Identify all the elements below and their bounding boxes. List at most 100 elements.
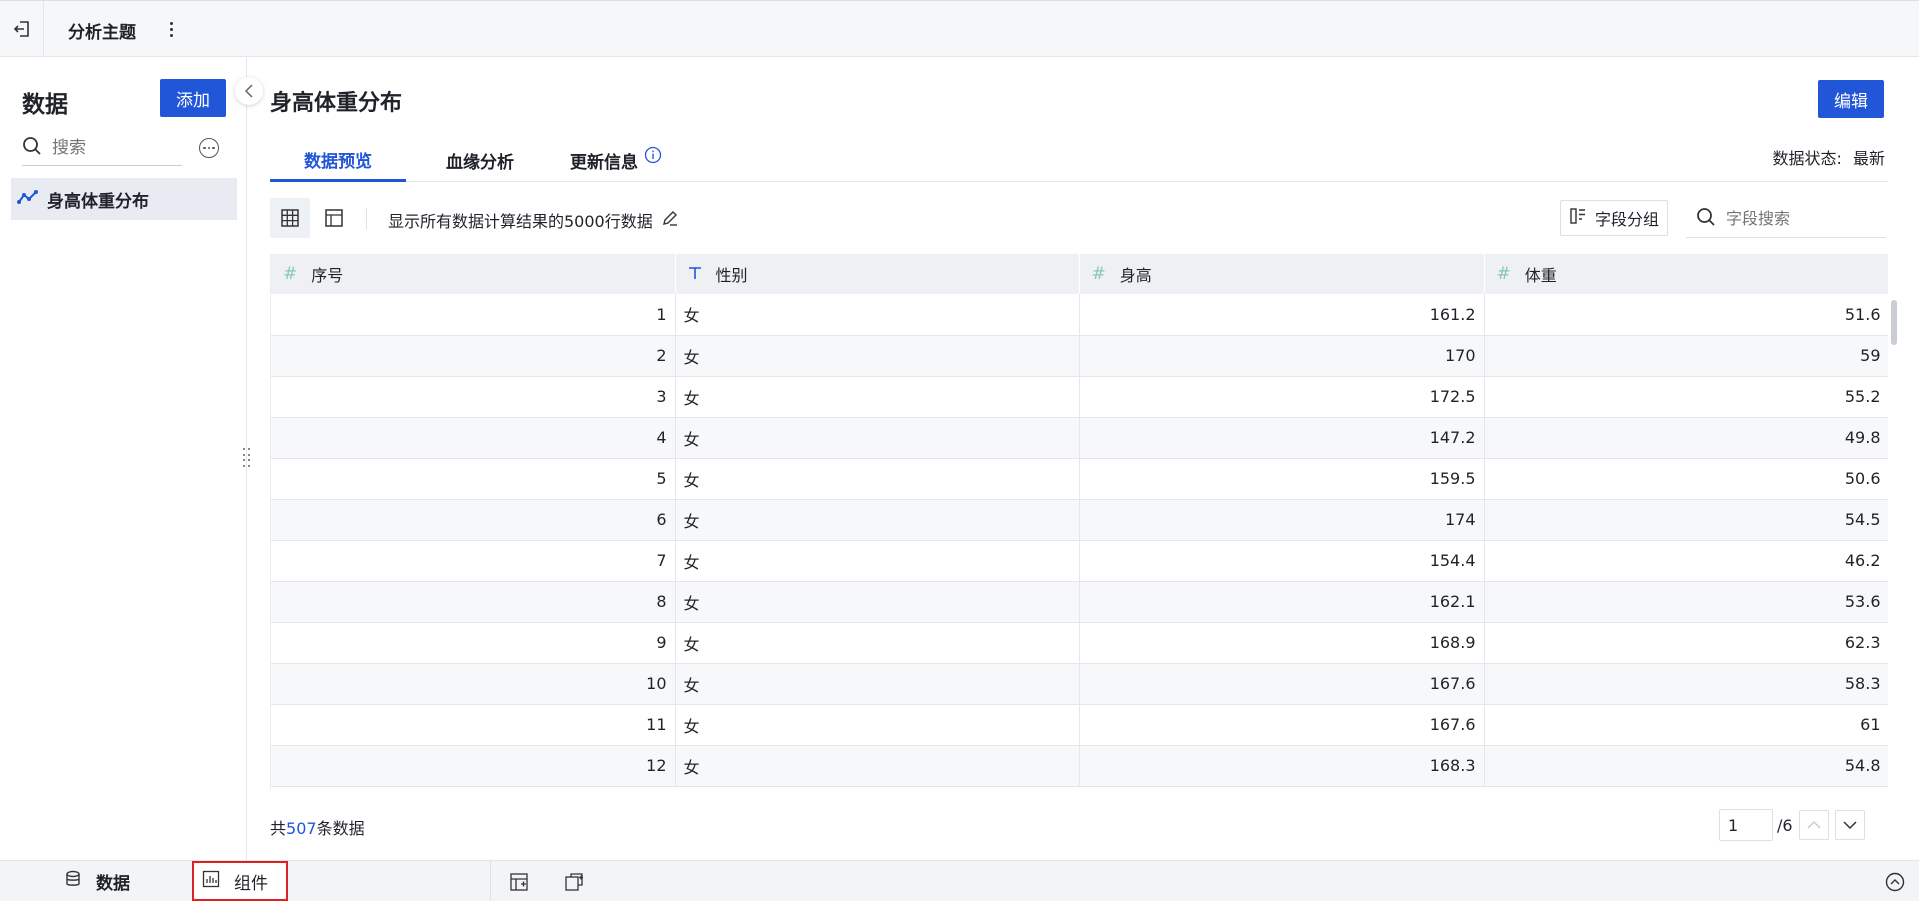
table-cell[interactable]: 6 — [271, 499, 676, 541]
table-cell[interactable]: 9 — [271, 622, 676, 664]
table-cell[interactable]: 49.8 — [1484, 417, 1888, 459]
table-row[interactable]: 10 女 167.6 58.3 — [271, 663, 1888, 705]
tab-data-preview[interactable]: 数据预览 — [270, 139, 406, 182]
table-cell[interactable]: 女 — [675, 458, 1080, 500]
table-cell[interactable]: 161.2 — [1079, 294, 1485, 336]
search-input[interactable] — [52, 137, 162, 158]
more-options-icon[interactable] — [199, 138, 219, 158]
table-cell[interactable]: 167.6 — [1079, 663, 1485, 705]
table-row[interactable]: 5 女 159.5 50.6 — [271, 458, 1888, 500]
sidebar-item-height-weight[interactable]: 身高体重分布 — [11, 178, 237, 220]
data-status-label: 数据状态: — [1772, 149, 1842, 168]
tab-update-info[interactable]: 更新信息 — [570, 139, 680, 182]
tab-lineage[interactable]: 血缘分析 — [430, 139, 530, 182]
bottom-tab-component[interactable]: 组件 — [192, 861, 288, 901]
table-cell[interactable]: 8 — [271, 581, 676, 623]
layout-view-icon[interactable] — [314, 198, 354, 238]
table-cell[interactable]: 女 — [675, 417, 1080, 459]
table-cell[interactable]: 147.2 — [1079, 417, 1485, 459]
next-page-button[interactable] — [1834, 810, 1865, 840]
table-row[interactable]: 4 女 147.2 49.8 — [271, 417, 1888, 459]
table-cell[interactable]: 168.9 — [1079, 622, 1485, 664]
page-number-input[interactable] — [1719, 809, 1773, 841]
table-cell[interactable]: 10 — [271, 663, 676, 705]
table-cell[interactable]: 167.6 — [1079, 704, 1485, 746]
resize-handle-icon[interactable] — [243, 448, 251, 468]
expand-up-icon[interactable] — [1885, 872, 1905, 896]
table-cell[interactable]: 61 — [1484, 704, 1888, 746]
table-cell[interactable]: 168.3 — [1079, 745, 1485, 787]
table-cell[interactable]: 159.5 — [1079, 458, 1485, 500]
tab-update-info-label: 更新信息 — [570, 153, 638, 173]
table-cell[interactable]: 55.2 — [1484, 376, 1888, 418]
column-header-weight[interactable]: # 体重 — [1484, 254, 1888, 294]
add-button[interactable]: 添加 — [160, 79, 226, 117]
table-cell[interactable]: 174 — [1079, 499, 1485, 541]
table-cell[interactable]: 58.3 — [1484, 663, 1888, 705]
add-dashboard-icon[interactable] — [508, 871, 530, 893]
table-cell[interactable]: 59 — [1484, 335, 1888, 377]
table-cell[interactable]: 女 — [675, 622, 1080, 664]
edit-pencil-icon[interactable] — [661, 209, 679, 231]
bottom-tab-data-label: 数据 — [96, 874, 130, 894]
table-row[interactable]: 11 女 167.6 61 — [271, 704, 1888, 746]
table-row[interactable]: 12 女 168.3 54.8 — [271, 745, 1888, 787]
add-component-icon[interactable] — [563, 871, 585, 893]
table-row[interactable]: 7 女 154.4 46.2 — [271, 540, 1888, 582]
table-cell[interactable]: 女 — [675, 704, 1080, 746]
table-cell[interactable]: 4 — [271, 417, 676, 459]
table-cell[interactable]: 53.6 — [1484, 581, 1888, 623]
table-cell[interactable]: 54.5 — [1484, 499, 1888, 541]
collapse-sidebar-icon[interactable] — [235, 77, 263, 105]
table-cell[interactable]: 2 — [271, 335, 676, 377]
table-cell[interactable]: 女 — [675, 540, 1080, 582]
table-cell[interactable]: 女 — [675, 745, 1080, 787]
table-cell[interactable]: 女 — [675, 294, 1080, 336]
table-cell[interactable]: 12 — [271, 745, 676, 787]
table-cell[interactable]: 51.6 — [1484, 294, 1888, 336]
column-header-gender[interactable]: 性别 — [675, 254, 1080, 294]
table-cell[interactable]: 5 — [271, 458, 676, 500]
prev-page-button[interactable] — [1798, 810, 1829, 840]
table-row[interactable]: 2 女 170 59 — [271, 335, 1888, 377]
more-vertical-icon[interactable] — [165, 15, 177, 43]
column-header-height[interactable]: # 身高 — [1079, 254, 1485, 294]
field-group-button[interactable]: 字段分组 — [1560, 200, 1668, 236]
sidebar-search[interactable] — [22, 130, 182, 166]
table-cell[interactable]: 170 — [1079, 335, 1485, 377]
table-row[interactable]: 8 女 162.1 53.6 — [271, 581, 1888, 623]
table-row[interactable]: 6 女 174 54.5 — [271, 499, 1888, 541]
tab-bar: 数据预览 血缘分析 更新信息 — [270, 139, 1888, 182]
column-header-index[interactable]: # 序号 — [271, 254, 676, 294]
table-cell[interactable]: 46.2 — [1484, 540, 1888, 582]
table-cell[interactable]: 女 — [675, 335, 1080, 377]
grid-view-icon[interactable] — [270, 198, 310, 238]
table-cell[interactable]: 女 — [675, 581, 1080, 623]
table-cell[interactable]: 7 — [271, 540, 676, 582]
table-row[interactable]: 3 女 172.5 55.2 — [271, 376, 1888, 418]
table-row[interactable]: 9 女 168.9 62.3 — [271, 622, 1888, 664]
line-chart-icon — [17, 189, 39, 209]
table-cell[interactable]: 172.5 — [1079, 376, 1485, 418]
table-cell[interactable]: 162.1 — [1079, 581, 1485, 623]
table-cell[interactable]: 11 — [271, 704, 676, 746]
field-search-input[interactable] — [1726, 209, 1886, 228]
field-search[interactable] — [1686, 200, 1886, 238]
table-cell[interactable]: 154.4 — [1079, 540, 1485, 582]
table-scrollbar[interactable] — [1891, 300, 1897, 345]
table-cell[interactable]: 62.3 — [1484, 622, 1888, 664]
bottom-tab-data[interactable]: 数据 — [64, 861, 130, 901]
table-cell[interactable]: 女 — [675, 663, 1080, 705]
analysis-topic-title[interactable]: 分析主题 — [68, 18, 136, 43]
edit-button[interactable]: 编辑 — [1818, 80, 1884, 118]
table-cell[interactable]: 50.6 — [1484, 458, 1888, 500]
table-cell[interactable]: 女 — [675, 499, 1080, 541]
table-cell[interactable]: 女 — [675, 376, 1080, 418]
table-cell[interactable]: 3 — [271, 376, 676, 418]
column-label: 体重 — [1524, 266, 1557, 285]
info-icon[interactable] — [644, 146, 662, 169]
table-row[interactable]: 1 女 161.2 51.6 — [271, 294, 1888, 336]
table-cell[interactable]: 54.8 — [1484, 745, 1888, 787]
exit-icon[interactable] — [0, 1, 44, 57]
table-cell[interactable]: 1 — [271, 294, 676, 336]
